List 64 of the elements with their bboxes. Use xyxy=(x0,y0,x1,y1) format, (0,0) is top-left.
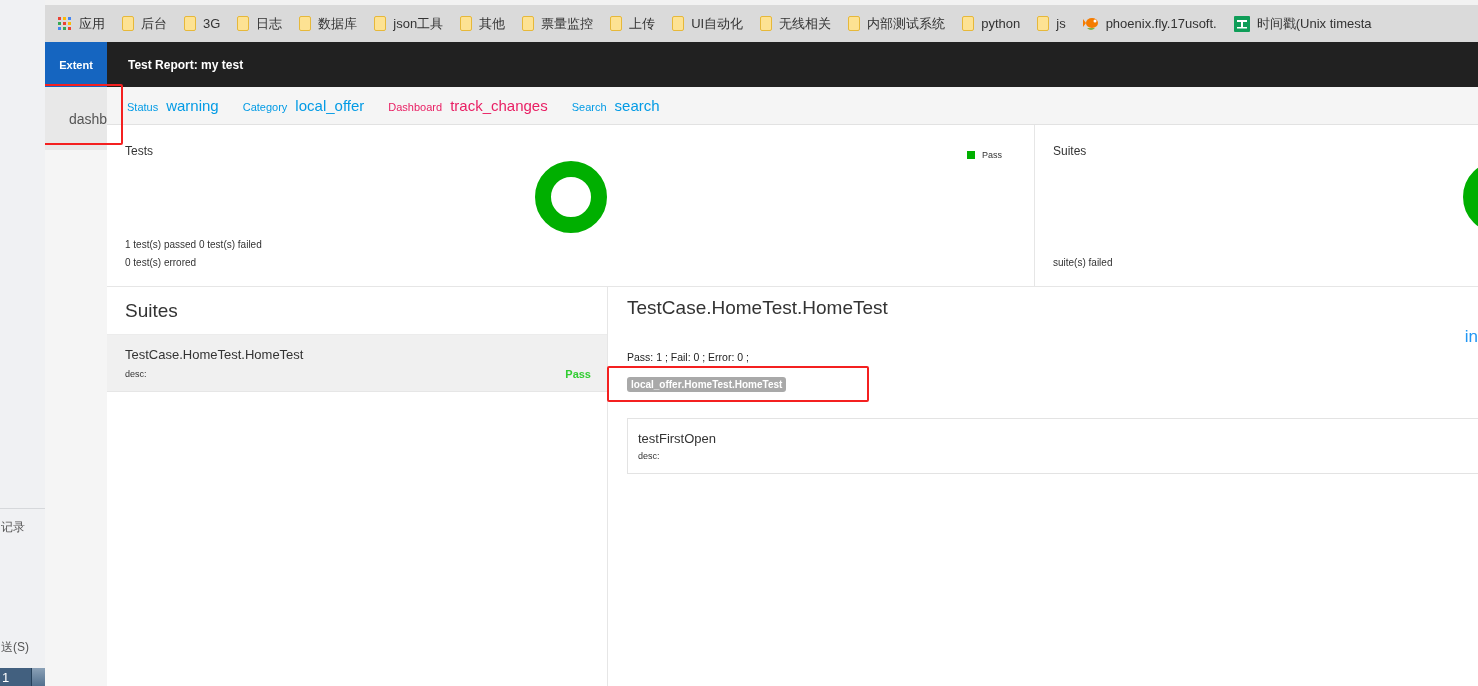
folder-icon xyxy=(1037,16,1050,31)
tag-text: .HomeTest.HomeTest xyxy=(681,379,783,390)
suite-name: TestCase.HomeTest.HomeTest xyxy=(125,347,305,362)
fish-icon xyxy=(1082,15,1099,32)
bookmark-link[interactable]: phoenix.fly.17usoft. xyxy=(1082,15,1217,32)
folder-icon xyxy=(299,16,312,31)
bookmark-link[interactable]: 应用 xyxy=(58,14,105,33)
folder-icon xyxy=(460,16,473,31)
nav-icon-name: track_changes xyxy=(450,97,548,114)
folder-icon xyxy=(672,16,685,31)
nav-icon-name: warning xyxy=(166,97,219,114)
nav-label: Search xyxy=(571,101,607,113)
summary-text: 1 test(s) passed 0 test(s) failed xyxy=(125,238,263,252)
card-title: Suites xyxy=(1053,144,1087,158)
taskbar-item[interactable]: 1 xyxy=(0,668,45,686)
result-summary: Pass: 1 ; Fail: 0 ; Error: 0 ; xyxy=(627,351,749,363)
send-label: 送(S) xyxy=(0,639,30,656)
chat-label: 记录 xyxy=(0,519,26,536)
tag-icon-name: local_offer xyxy=(631,379,682,390)
bookmark-link[interactable]: python xyxy=(962,16,1021,31)
bookmark-link[interactable]: 内部测试系统 xyxy=(848,14,946,33)
folder-icon xyxy=(610,16,623,31)
brand-logo[interactable]: Extent xyxy=(45,42,107,87)
bookmark-link[interactable]: js xyxy=(1037,16,1066,31)
bookmark-link[interactable]: 后台 xyxy=(122,14,167,33)
sheet-icon xyxy=(1233,15,1250,32)
test-title: TestCase.HomeTest.HomeTest xyxy=(627,297,888,319)
folder-icon xyxy=(374,16,387,31)
nav-label: Dashboard xyxy=(388,101,443,113)
nav-link[interactable]: Dashboard track_changes xyxy=(388,97,548,114)
legend-label: Pass xyxy=(982,150,1002,160)
folder-icon xyxy=(962,16,975,31)
summary-text: suite(s) failed xyxy=(1053,256,1114,270)
bookmark-link[interactable]: 数据库 xyxy=(299,14,358,33)
folder-icon xyxy=(237,16,250,31)
suite-item[interactable]: TestCase.HomeTest.HomeTest desc: Pass xyxy=(107,335,607,392)
folder-icon xyxy=(760,16,773,31)
status-label: Pass xyxy=(565,368,591,380)
summary-text: 0 test(s) errored xyxy=(125,256,198,270)
bookmark-link[interactable]: 上传 xyxy=(610,14,656,33)
folder-icon xyxy=(122,16,134,31)
apps-grid-icon xyxy=(58,16,72,31)
nav-label: Category xyxy=(242,101,288,113)
bookmark-link[interactable]: UI自动化 xyxy=(672,14,744,33)
test-description: desc: xyxy=(638,451,661,461)
bookmark-link[interactable]: 无线相关 xyxy=(760,14,832,33)
bookmark-link[interactable]: 票量监控 xyxy=(522,14,594,33)
folder-icon xyxy=(848,16,861,31)
nav-icon-name: local_offer xyxy=(295,97,365,114)
suite-description: desc: xyxy=(125,369,147,379)
bookmark-link[interactable]: 日志 xyxy=(237,14,283,33)
bookmark-link[interactable]: 其他 xyxy=(460,14,506,33)
bookmark-link[interactable]: 时间戳(Unix timesta xyxy=(1233,14,1372,33)
bookmark-link[interactable]: json工具 xyxy=(374,14,444,33)
test-item[interactable]: testFirstOpen desc: xyxy=(627,418,1478,474)
report-title: Test Report: my test xyxy=(127,56,244,74)
folder-icon xyxy=(184,16,196,31)
nav-label: Status xyxy=(127,101,159,113)
card-title: Tests xyxy=(125,144,153,158)
test-name: testFirstOpen xyxy=(638,431,718,446)
nav-icon-name: search xyxy=(614,97,660,114)
bookmark-link[interactable]: 3G xyxy=(184,16,221,31)
sidebar-item[interactable]: dashb xyxy=(45,87,107,150)
folder-icon xyxy=(522,16,535,31)
